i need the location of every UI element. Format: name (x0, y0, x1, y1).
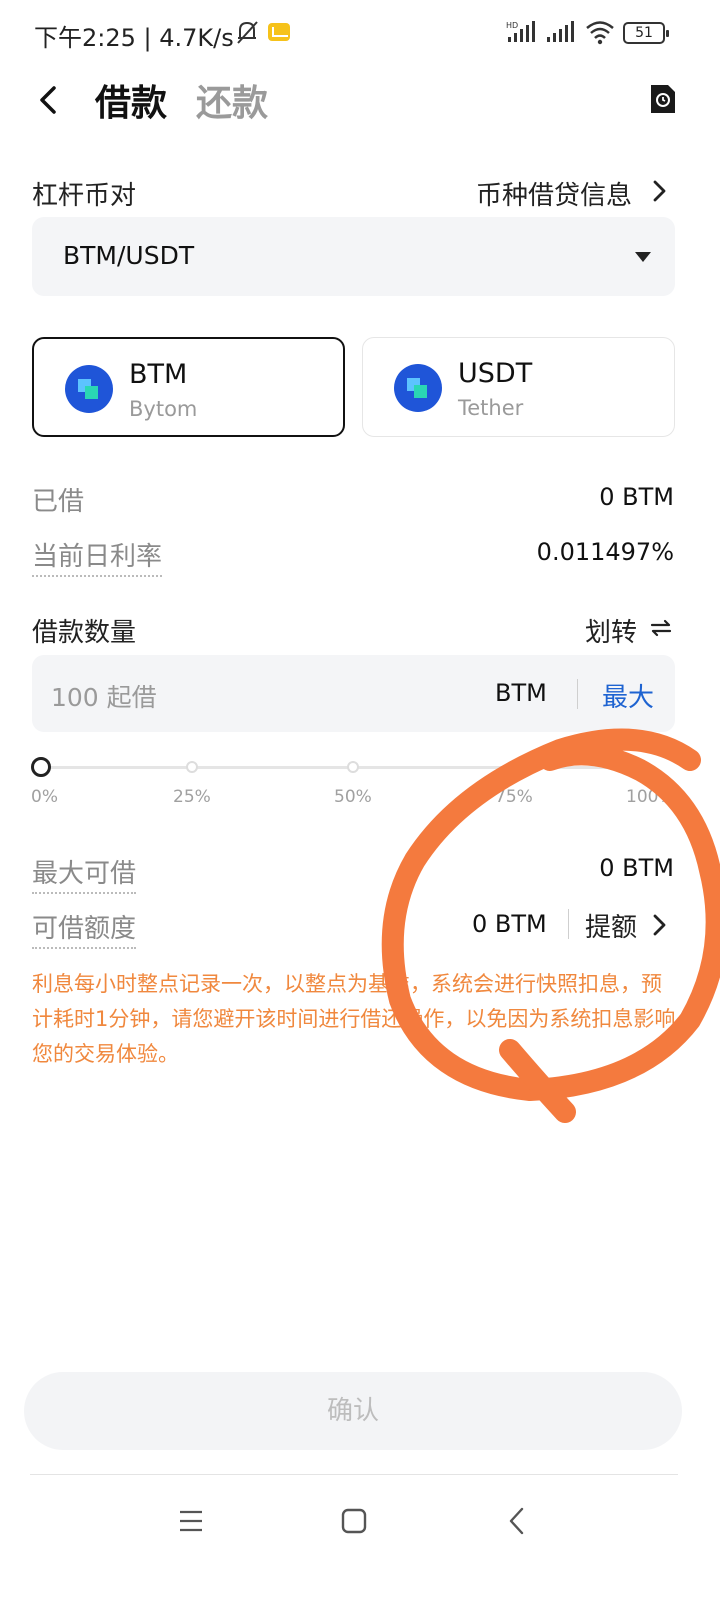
transfer-link[interactable]: 划转 (585, 612, 637, 649)
input-divider (577, 679, 578, 709)
nav-divider (30, 1474, 678, 1475)
mail-notification-icon (268, 23, 290, 41)
borrow-quota-label[interactable]: 可借额度 (32, 908, 137, 949)
pair-select-value: BTM/USDT (63, 241, 195, 270)
coin-name: Tether (458, 396, 524, 420)
status-time-speed: 下午2:25 | 4.7K/s (34, 24, 234, 52)
coin-card-usdt[interactable]: USDT Tether (362, 337, 675, 437)
slider-tick-25[interactable] (186, 761, 198, 773)
battery-indicator: 51 (623, 22, 669, 44)
amount-placeholder: 100 起借 (51, 683, 157, 712)
amount-unit: BTM (495, 679, 547, 707)
daily-rate-value: 0.011497% (536, 538, 674, 566)
slider-label-25: 25% (173, 787, 211, 807)
max-borrowable-label[interactable]: 最大可借 (32, 853, 137, 894)
coin-card-btm[interactable]: BTM Bytom (32, 337, 345, 437)
max-button[interactable]: 最大 (602, 677, 654, 714)
tab-borrow[interactable]: 借款 (95, 74, 167, 126)
wifi-icon (586, 21, 614, 45)
confirm-button[interactable]: 确认 (24, 1372, 682, 1450)
coin-name: Bytom (129, 397, 198, 421)
history-document-icon[interactable] (648, 82, 678, 116)
pair-label: 杠杆币对 (32, 181, 137, 211)
borrowed-label: 已借 (32, 487, 85, 517)
amount-slider-handle[interactable] (31, 757, 51, 777)
svg-text:HD: HD (506, 21, 518, 30)
slider-label-0: 0% (31, 787, 58, 807)
coin-symbol: BTM (129, 359, 188, 390)
transfer-arrows-icon[interactable] (650, 617, 672, 639)
back-nav-icon[interactable] (505, 1506, 529, 1536)
tab-repay[interactable]: 还款 (196, 74, 268, 126)
bytom-coin-icon (65, 365, 113, 413)
coin-symbol: USDT (458, 358, 533, 389)
bell-muted-icon (237, 21, 258, 44)
home-icon[interactable] (341, 1508, 367, 1534)
back-arrow-icon[interactable] (34, 82, 64, 118)
chevron-right-icon[interactable] (651, 178, 669, 204)
coin-lending-info-link[interactable]: 币种借贷信息 (476, 175, 632, 212)
signal-icon (547, 21, 574, 42)
borrowed-value: 0 BTM (599, 483, 674, 511)
signal-hd-icon: HD (506, 21, 535, 42)
bytom-coin-icon (394, 364, 442, 412)
daily-rate-label[interactable]: 当前日利率 (32, 536, 163, 577)
dropdown-caret-icon (635, 252, 651, 262)
amount-label: 借款数量 (32, 618, 137, 648)
pair-select[interactable]: BTM/USDT (32, 217, 675, 296)
menu-icon[interactable] (178, 1508, 204, 1534)
hand-drawn-circle-annotation (381, 728, 720, 1123)
slider-tick-50[interactable] (347, 761, 359, 773)
